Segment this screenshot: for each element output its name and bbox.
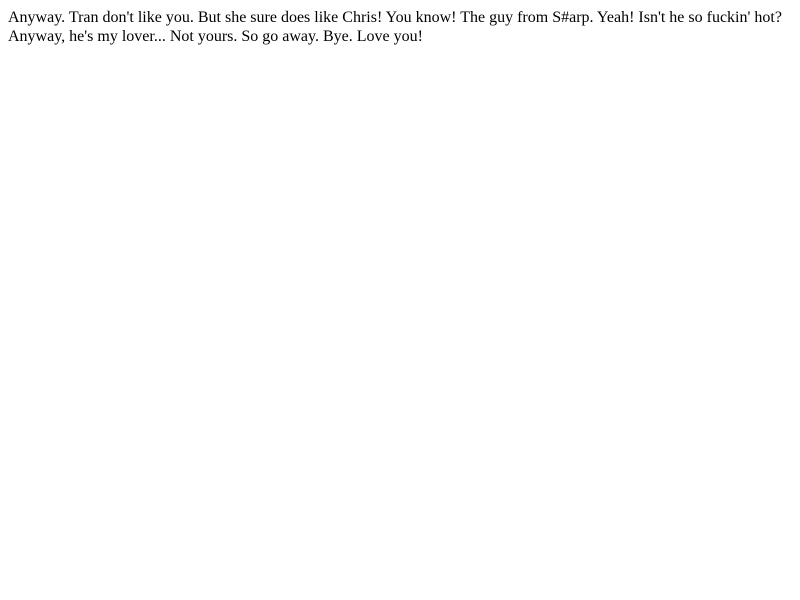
page-body: Anyway. Tran don't like you. But she sur…	[0, 0, 800, 600]
body-text: Anyway. Tran don't like you. But she sur…	[8, 9, 782, 45]
